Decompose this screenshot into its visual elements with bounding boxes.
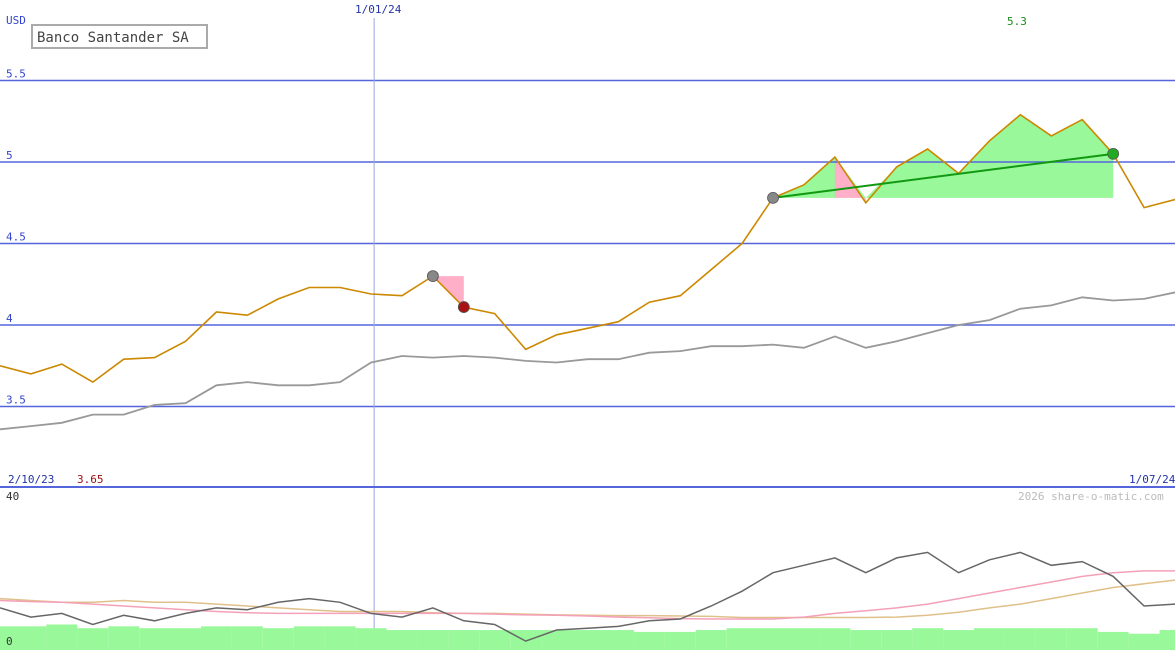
volume-bar bbox=[664, 631, 696, 650]
volume-bar bbox=[510, 630, 542, 650]
y-tick-label: 4.5 bbox=[6, 231, 26, 244]
volume-bar bbox=[479, 630, 511, 650]
volume-bar bbox=[386, 630, 418, 650]
y-tick-label: 5 bbox=[6, 149, 13, 162]
indicator-min-label: 0 bbox=[6, 635, 13, 648]
volume-bar bbox=[1066, 628, 1098, 650]
watermark: 2026 share-o-matic.com bbox=[1018, 490, 1164, 503]
y-tick-label: 3.5 bbox=[6, 394, 26, 407]
volume-bar bbox=[881, 630, 913, 650]
volume-bar bbox=[15, 626, 47, 650]
volume-bar bbox=[108, 626, 140, 650]
volume-bar bbox=[355, 628, 387, 650]
volume-bar bbox=[572, 630, 603, 650]
volume-bar bbox=[139, 628, 171, 650]
price-gridlines bbox=[0, 79, 1175, 408]
low-value-label: 3.65 bbox=[77, 473, 104, 486]
volume-bar bbox=[1159, 630, 1175, 650]
volume-bar bbox=[262, 628, 294, 650]
volume-bar bbox=[912, 628, 944, 650]
volume-bar bbox=[200, 626, 232, 650]
volume-bar bbox=[448, 630, 480, 650]
gain-region bbox=[773, 114, 1114, 198]
volume-bar bbox=[231, 626, 263, 650]
volume-bar bbox=[850, 630, 882, 650]
y-tick-label: 4 bbox=[6, 312, 13, 325]
indicator-tan-line bbox=[0, 579, 1175, 619]
start-point-marker bbox=[767, 191, 779, 204]
volume-bar bbox=[1128, 633, 1160, 650]
volume-bar bbox=[77, 628, 109, 650]
volume-bar bbox=[417, 630, 449, 650]
volume-bar bbox=[541, 630, 573, 650]
volume-bar bbox=[1004, 628, 1036, 650]
volume-bar bbox=[324, 626, 356, 650]
volume-bar bbox=[695, 630, 727, 650]
indicator-pink-line bbox=[0, 570, 1175, 620]
volume-bar bbox=[1035, 628, 1067, 650]
volume-bar bbox=[1097, 631, 1129, 650]
volume-bar bbox=[757, 628, 789, 650]
volume-bar bbox=[943, 630, 975, 650]
volume-bar bbox=[633, 631, 665, 650]
highlight-fills bbox=[432, 114, 1114, 308]
currency-label: USD bbox=[6, 14, 26, 27]
y-tick-label: 5.5 bbox=[6, 68, 26, 81]
chart-title-text: Banco Santander SA bbox=[37, 30, 189, 46]
chart-title: Banco Santander SA bbox=[31, 24, 208, 49]
indicator-max-label: 40 bbox=[6, 490, 19, 503]
start-date-label: 2/10/23 bbox=[8, 473, 54, 486]
marker-date-label: 1/01/24 bbox=[355, 3, 402, 16]
buy-point-marker bbox=[1107, 147, 1120, 160]
volume-bar bbox=[46, 624, 78, 650]
volume-bar bbox=[170, 628, 201, 650]
volume-bar bbox=[974, 628, 1005, 650]
volume-bar bbox=[726, 628, 758, 650]
sell-point-marker bbox=[457, 301, 470, 313]
start-point-marker bbox=[426, 270, 439, 283]
volume-bar bbox=[819, 628, 851, 650]
stock-chart: USD 3.5 4 4.5 5 5.5 1/01/24 5.3 2/10/23 … bbox=[0, 3, 1175, 650]
end-date-label: 1/07/24 bbox=[1129, 473, 1175, 486]
average-line bbox=[0, 291, 1175, 431]
volume-bar bbox=[788, 628, 820, 650]
high-value-label: 5.3 bbox=[1007, 15, 1027, 28]
indicator-main-line bbox=[0, 551, 1175, 642]
volume-bar bbox=[293, 626, 325, 650]
volume-bar bbox=[602, 630, 634, 650]
